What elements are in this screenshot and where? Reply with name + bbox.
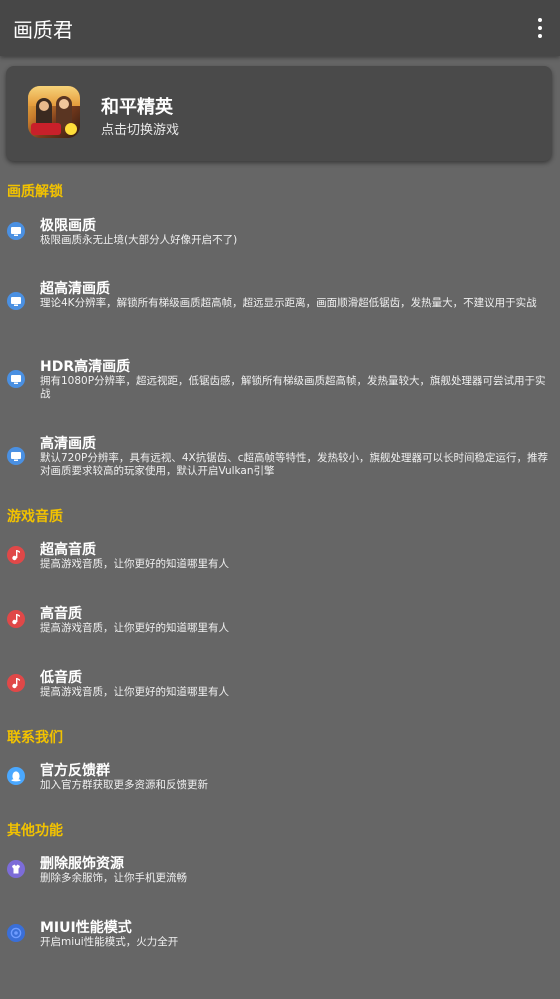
item-description: 提高游戏音质，让你更好的知道哪里有人: [40, 558, 229, 570]
display-icon: [7, 370, 25, 388]
section-header-other: 其他功能: [7, 823, 63, 839]
item-title: 高音质: [40, 606, 82, 622]
list-item-audio-low[interactable]: 低音质 提高游戏音质，让你更好的知道哪里有人: [0, 667, 560, 703]
list-item-delete-outfits[interactable]: 删除服饰资源 删除多余服饰，让你手机更流畅: [0, 853, 560, 889]
list-item-audio-high[interactable]: 高音质 提高游戏音质，让你更好的知道哪里有人: [0, 603, 560, 639]
item-title: 超高音质: [40, 542, 96, 558]
game-name: 和平精英: [101, 97, 173, 118]
item-title: MIUI性能模式: [40, 920, 132, 936]
section-header-quality: 画质解锁: [7, 184, 63, 200]
item-title: 高清画质: [40, 436, 96, 452]
qq-penguin-icon: [7, 767, 25, 785]
game-switch-card[interactable]: 和平精英 点击切换游戏: [6, 66, 552, 161]
list-item-miui-performance[interactable]: MIUI性能模式 开启miui性能模式，火力全开: [0, 917, 560, 953]
item-title: 官方反馈群: [40, 763, 110, 779]
list-item-quality-uhd[interactable]: 超高清画质 理论4K分辨率，解锁所有梯级画质超高帧，超远显示距离，画面顺滑超低锯…: [0, 278, 560, 328]
item-description: 提高游戏音质，让你更好的知道哪里有人: [40, 622, 229, 634]
app-bar: 画质君: [0, 0, 560, 56]
music-note-icon: [7, 546, 25, 564]
section-header-contact: 联系我们: [7, 730, 63, 746]
item-description: 极限画质永无止境(大部分人好像开启不了): [40, 234, 238, 246]
item-title: 低音质: [40, 670, 82, 686]
item-description: 加入官方群获取更多资源和反馈更新: [40, 779, 208, 791]
item-description: 开启miui性能模式，火力全开: [40, 936, 179, 948]
item-title: 超高清画质: [40, 281, 110, 297]
item-title: 删除服饰资源: [40, 856, 124, 872]
list-item-quality-hd[interactable]: 高清画质 默认720P分辨率，具有远视、4X抗锯齿、c超高帧等特性，发热较小，旗…: [0, 433, 560, 483]
game-icon: [28, 86, 80, 138]
display-icon: [7, 447, 25, 465]
outfit-icon: [7, 860, 25, 878]
performance-icon: [7, 924, 25, 942]
item-description: 默认720P分辨率，具有远视、4X抗锯齿、c超高帧等特性，发热较小，旗舰处理器可…: [40, 452, 549, 477]
item-description: 理论4K分辨率，解锁所有梯级画质超高帧，超远显示距离，画面顺滑超低锯齿，发热量大…: [40, 297, 537, 309]
display-icon: [7, 222, 25, 240]
display-icon: [7, 292, 25, 310]
section-header-audio: 游戏音质: [7, 509, 63, 525]
list-item-quality-hdr[interactable]: HDR高清画质 拥有1080P分辨率，超远视距，低锯齿感，解锁所有梯级画质超高帧…: [0, 356, 560, 406]
list-item-quality-extreme[interactable]: 极限画质 极限画质永无止境(大部分人好像开启不了): [0, 215, 560, 255]
app-title: 画质君: [13, 17, 73, 42]
item-title: 极限画质: [40, 218, 96, 234]
item-description: 删除多余服饰，让你手机更流畅: [40, 872, 187, 884]
item-description: 提高游戏音质，让你更好的知道哪里有人: [40, 686, 229, 698]
item-description: 拥有1080P分辨率，超远视距，低锯齿感，解锁所有梯级画质超高帧，发热量较大，旗…: [40, 375, 546, 400]
more-options-icon[interactable]: [534, 16, 546, 40]
item-title: HDR高清画质: [40, 359, 131, 375]
game-switch-hint: 点击切换游戏: [101, 123, 180, 138]
music-note-icon: [7, 674, 25, 692]
list-item-audio-ultra[interactable]: 超高音质 提高游戏音质，让你更好的知道哪里有人: [0, 539, 560, 575]
music-note-icon: [7, 610, 25, 628]
list-item-feedback-group[interactable]: 官方反馈群 加入官方群获取更多资源和反馈更新: [0, 760, 560, 796]
